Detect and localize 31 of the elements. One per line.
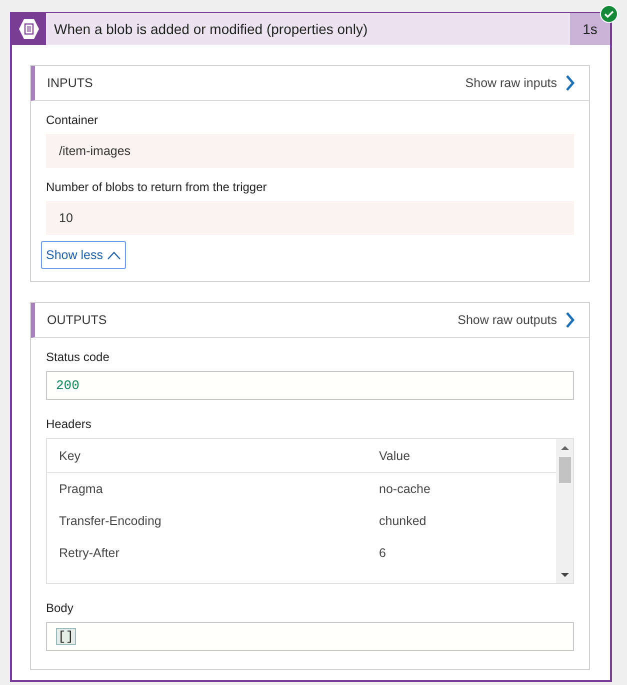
show-raw-link[interactable]: Show raw outputs <box>458 312 575 328</box>
field-label: Status code <box>46 350 110 364</box>
table-cell-text: no-cache <box>379 482 432 496</box>
chevron-right-icon <box>565 75 575 91</box>
body-field: [] <box>46 622 574 651</box>
show-less-button[interactable]: Show less <box>41 241 126 269</box>
table-cell-text: chunked <box>379 514 428 528</box>
status-code-field: 200 <box>46 371 574 400</box>
column-header: Key <box>59 448 82 462</box>
column-header: Value <box>379 448 412 462</box>
field-label: Headers <box>46 417 92 431</box>
scrollbar[interactable] <box>556 439 573 583</box>
input-value-field: /item-images <box>46 134 574 168</box>
scroll-thumb[interactable] <box>558 457 570 483</box>
show-raw-link[interactable]: Show raw inputs <box>465 75 575 91</box>
section-heading: INPUTS <box>47 76 94 90</box>
action-title: When a blob is added or modified (properties only) <box>53 21 369 37</box>
scroll-up-icon[interactable] <box>560 443 568 453</box>
scroll-down-icon[interactable] <box>560 570 568 580</box>
field-label: Number of blobs to return from the trigger <box>46 180 268 194</box>
table-cell-text: 6 <box>379 546 387 560</box>
chevron-right-icon <box>565 312 575 328</box>
duration-label: 1s <box>570 13 610 45</box>
table-cell-text: Pragma <box>59 482 104 496</box>
table-cell-text: Transfer-Encoding <box>59 514 162 528</box>
chevron-up-icon <box>106 250 121 260</box>
field-label: Container <box>46 113 100 127</box>
table-cell-text: Retry-After <box>59 546 120 560</box>
field-label: Body <box>46 601 74 615</box>
section-heading: OUTPUTS <box>47 313 108 327</box>
input-value-field: 10 <box>46 201 574 235</box>
